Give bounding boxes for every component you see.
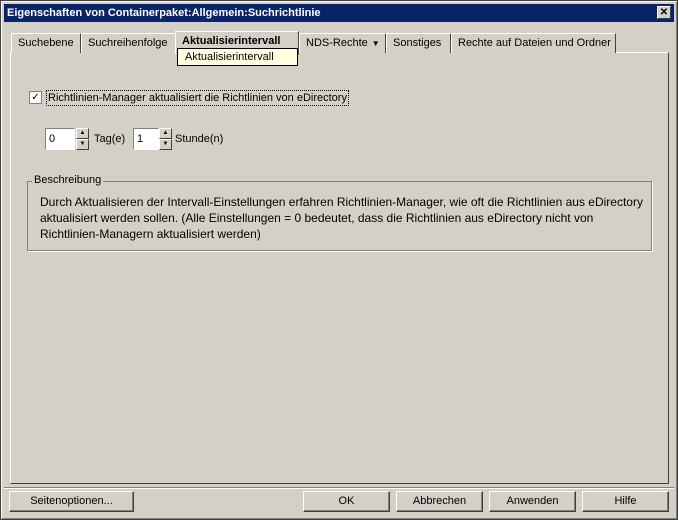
spin-down-icon: ▼ xyxy=(162,141,169,147)
page-options-button[interactable]: Seitenoptionen... xyxy=(9,491,134,512)
close-icon: ✕ xyxy=(659,7,669,18)
description-text: Durch Aktualisieren der Intervall-Einste… xyxy=(40,195,643,241)
apply-button[interactable]: Anwenden xyxy=(489,491,576,512)
tab-panel xyxy=(10,52,669,484)
tab-label: NDS-Rechte xyxy=(306,37,368,49)
days-input[interactable]: 0 xyxy=(45,128,75,150)
hours-down-button[interactable]: ▼ xyxy=(159,139,172,150)
hours-spin-buttons: ▲ ▼ xyxy=(159,128,172,150)
tab-label: Aktualisierintervall xyxy=(182,35,281,47)
tab-label: Rechte auf Dateien und Ordner xyxy=(458,37,611,49)
ok-button[interactable]: OK xyxy=(303,491,390,512)
checkmark-icon: ✓ xyxy=(31,92,40,103)
spin-up-icon: ▲ xyxy=(79,130,86,136)
description-group: Beschreibung Durch Aktualisieren der Int… xyxy=(27,174,652,251)
tab-tooltip: Aktualisierintervall xyxy=(177,48,298,66)
tooltip-text: Aktualisierintervall xyxy=(185,51,274,63)
cancel-button[interactable]: Abbrechen xyxy=(396,491,483,512)
spin-up-icon: ▲ xyxy=(162,130,169,136)
hours-up-button[interactable]: ▲ xyxy=(159,128,172,139)
dialog-window: Eigenschaften von Containerpaket:Allgeme… xyxy=(0,0,678,520)
update-checkbox[interactable]: ✓ xyxy=(29,91,42,104)
hours-label: Stunde(n) xyxy=(175,133,224,145)
days-down-button[interactable]: ▼ xyxy=(76,139,89,150)
tab-suchebene[interactable]: Suchebene xyxy=(11,33,81,53)
tab-label: Sonstiges xyxy=(393,37,442,49)
tab-nds-rechte[interactable]: NDS-Rechte ▼ xyxy=(299,33,386,53)
days-label: Tag(e) xyxy=(94,133,126,145)
spin-down-icon: ▼ xyxy=(79,141,86,147)
tab-label: Suchreihenfolge xyxy=(88,37,168,49)
tab-rechte-dateien-ordner[interactable]: Rechte auf Dateien und Ordner xyxy=(451,33,616,53)
dropdown-arrow-icon: ▼ xyxy=(371,39,380,48)
tab-sonstiges[interactable]: Sonstiges xyxy=(386,33,451,53)
days-up-button[interactable]: ▲ xyxy=(76,128,89,139)
button-separator xyxy=(4,487,674,489)
tab-label: Suchebene xyxy=(18,37,74,49)
description-title: Beschreibung xyxy=(32,174,104,186)
days-spin-buttons: ▲ ▼ xyxy=(76,128,89,150)
hours-spinner: 1 ▲ ▼ Stunde(n) xyxy=(133,128,243,150)
update-checkbox-label[interactable]: Richtlinien-Manager aktualisiert die Ric… xyxy=(46,90,349,106)
help-button[interactable]: Hilfe xyxy=(582,491,669,512)
title-bar[interactable]: Eigenschaften von Containerpaket:Allgeme… xyxy=(4,4,674,22)
close-button[interactable]: ✕ xyxy=(657,6,671,19)
hours-input[interactable]: 1 xyxy=(133,128,159,150)
window-title: Eigenschaften von Containerpaket:Allgeme… xyxy=(7,7,321,19)
tab-suchreihenfolge[interactable]: Suchreihenfolge xyxy=(81,33,177,53)
